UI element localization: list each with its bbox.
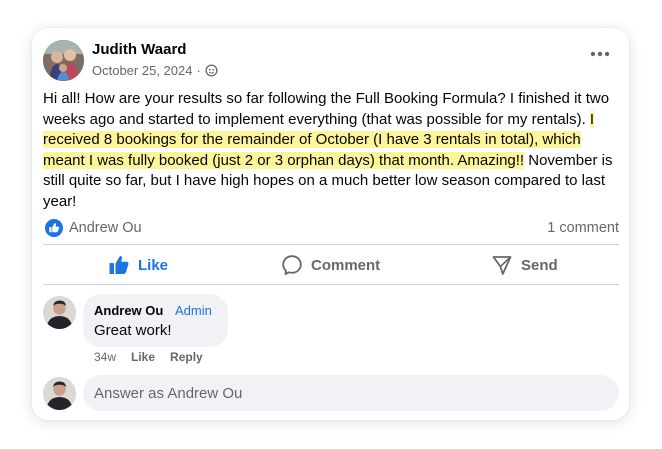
like-button-label: Like	[138, 256, 169, 274]
comment-author[interactable]: Andrew Ou	[94, 303, 163, 318]
comment-actions: 34w Like Reply	[94, 350, 218, 364]
current-user-avatar[interactable]	[43, 377, 76, 410]
send-icon	[492, 256, 512, 275]
comment-bubble: Andrew Ou Admin Great work!	[83, 294, 228, 347]
comment-age[interactable]: 34w	[94, 350, 116, 364]
like-button[interactable]: Like	[108, 254, 168, 276]
divider-top	[43, 244, 619, 245]
comment-text: Great work!	[94, 322, 172, 339]
thumbs-up-icon	[109, 256, 129, 274]
reply-input[interactable]	[83, 375, 619, 411]
post-body: Hi all! How are your results so far foll…	[43, 89, 621, 213]
comment-count[interactable]: 1 comment	[547, 220, 619, 236]
post-date[interactable]: October 25, 2024	[92, 63, 192, 78]
comment-button[interactable]: Comment	[281, 254, 380, 276]
globe-icon	[205, 64, 218, 77]
comment-reply-link[interactable]: Reply	[170, 350, 203, 364]
meta-separator: ·	[196, 63, 201, 78]
commenter-avatar[interactable]	[43, 296, 76, 329]
send-button[interactable]: Send	[491, 254, 558, 276]
comment-like-link[interactable]: Like	[131, 350, 155, 364]
post-author-name[interactable]: Judith Waard	[92, 41, 186, 58]
admin-badge: Admin	[175, 303, 212, 318]
post-text-intro: Hi all! How are your results so far foll…	[43, 90, 610, 128]
author-avatar[interactable]	[43, 40, 84, 81]
speech-bubble-icon	[282, 255, 302, 275]
comment-button-label: Comment	[311, 256, 381, 274]
send-button-label: Send	[521, 256, 558, 274]
reactions-row: Andrew Ou 1 comment	[43, 218, 619, 238]
divider-bottom	[43, 284, 619, 285]
more-options-icon[interactable]	[589, 48, 611, 60]
post-meta: October 25, 2024 ·	[92, 63, 218, 78]
post-card: Judith Waard October 25, 2024 · Hi all! …	[32, 28, 629, 420]
reaction-names[interactable]: Andrew Ou	[69, 220, 142, 236]
thumbs-up-icon[interactable]	[45, 219, 63, 237]
